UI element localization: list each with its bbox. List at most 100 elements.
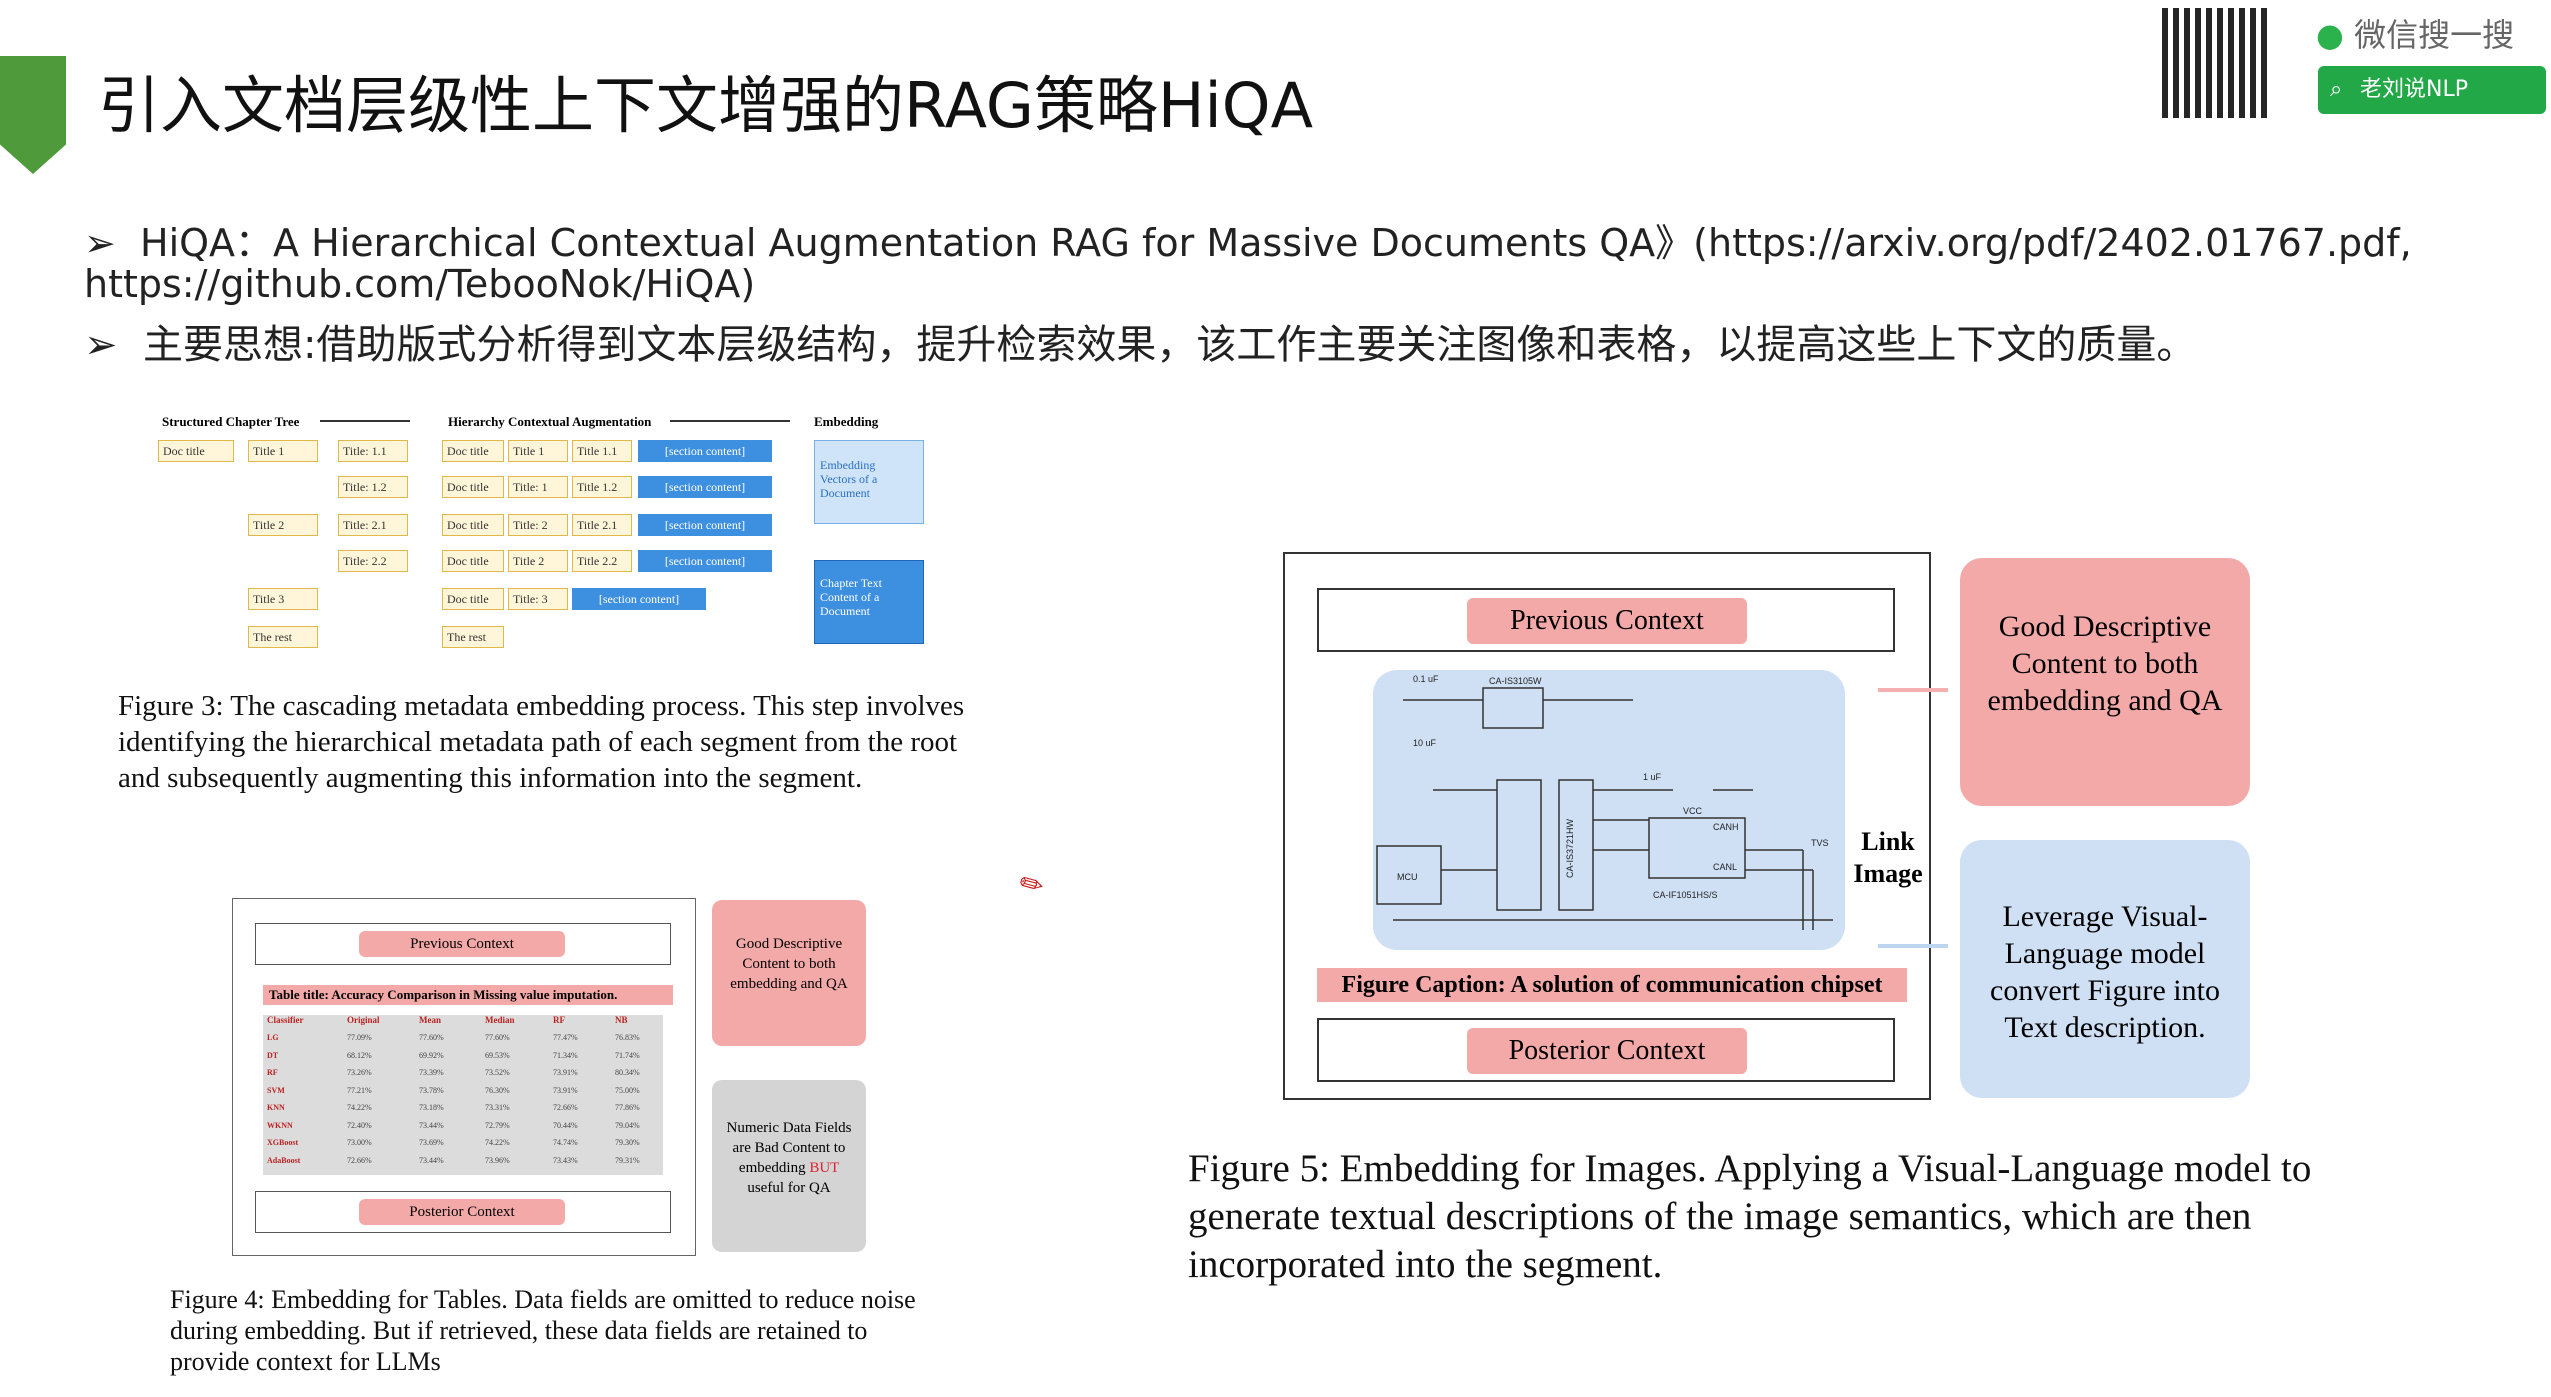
fig4-table-cell: 74.22% [485,1138,510,1147]
fig3-header-augment: Hierarchy Contextual Augmentation [448,414,652,429]
fig4-table-header: Classifier Original Mean Median RF NB [263,1015,663,1031]
fig4-table-row: RF 73.26% 73.39% 73.52% 73.91% 80.34% [263,1068,663,1084]
fig3-header-embedding: Embedding [814,414,879,429]
fig4-table-row: AdaBoost 72.66% 73.44% 73.96% 73.43% 79.31% [263,1156,663,1172]
fig4-table-cell: 79.30% [615,1138,640,1147]
bullet-main-idea-text: 主要思想:借助版式分析得到文本层级结构，提升检索效果，该工作主要关注图像和表格，… [142,322,2197,368]
fig4-col: Original [347,1015,380,1025]
wechat-text: 微信搜一搜 [2354,16,2515,54]
qr-code-icon [2162,8,2272,118]
aug-cell: Title 2.2 [572,550,632,572]
slide-title: 引入文档层级性上下文增强的RAG策略HiQA [98,69,1313,142]
fig4-table-cell: 73.44% [419,1155,444,1165]
search-icon: ⌕ [2330,77,2343,102]
fig4-table-cell: 73.69% [419,1138,444,1147]
figure-4-caption: Figure 4: Embedding for Tables. Data fie… [170,1285,916,1376]
fig4-numeric-b: useful for QA [747,1180,831,1196]
fig4-table-cell: 76.83% [615,1033,640,1042]
fig4-table-cell: 73.96% [485,1155,510,1165]
fig4-col: NB [615,1015,628,1025]
tree-node: Title: 2.2 [338,550,408,572]
fig4-table-cell: 71.34% [553,1050,578,1060]
circuit-cap-label: 0.1 uF [1413,674,1439,684]
aug-cell: Title: 3 [508,588,568,610]
fig4-table-cell: 73.26% [347,1068,372,1077]
bullet-paper: ➢ HiQA：A Hierarchical Contextual Augment… [84,212,2412,267]
fig4-table-cell: 72.40% [347,1120,372,1130]
fig5-figure-caption: Figure Caption: A solution of communicat… [1317,968,1907,1002]
aug-cell: Doc title [442,550,504,572]
fig4-table-cell: 77.86% [615,1103,640,1112]
circuit-pin-label: CANL [1713,862,1737,872]
fig3-arrow [320,420,410,422]
fig3-arrow [670,420,790,422]
fig4-table-cell: 73.00% [347,1138,372,1147]
fig4-table-cell: 73.39% [419,1068,444,1077]
fig4-table-cell: LG [267,1033,279,1042]
fig4-table-cell: 79.04% [615,1120,640,1130]
fig5-circuit-image: CA-IS3105W CA-IS3721HW CA-IF1051HS/S MCU… [1373,670,1845,950]
figure-5-caption: Figure 5: Embedding for Images. Applying… [1188,1147,2312,1286]
fig4-table-cell: 73.91% [553,1085,578,1095]
tree-node: Doc title [158,440,234,462]
tree-node: Title 1 [248,440,318,462]
fig4-table-cell: 73.78% [419,1085,444,1095]
fig4-good-text: Good Descriptive Content to both embeddi… [730,936,848,992]
aug-section-cell: [section content] [638,476,772,498]
circuit-cap-label: 1 uF [1643,772,1662,782]
fig4-table-cell: 74.22% [347,1103,372,1112]
fig4-table-cell: 71.74% [615,1050,640,1060]
fig4-table-row: LG 77.09% 77.60% 77.60% 77.47% 76.83% [263,1033,663,1049]
fig4-numeric-text: Numeric Data Fields are Bad Content to e… [720,1118,858,1198]
circuit-chip-label: CA-IS3105W [1489,676,1542,686]
fig4-col: RF [553,1015,565,1025]
aug-cell: Doc title [442,588,504,610]
fig4-table-cell: 73.44% [419,1120,444,1130]
fig4-table-cell: 74.74% [553,1138,578,1147]
fig4-table-cell: SVM [267,1085,285,1095]
fig4-table-cell: 76.30% [485,1085,510,1095]
tree-node: Title: 1.1 [338,440,408,462]
fig4-table-cell: XGBoost [267,1138,299,1147]
fig4-prev-pill: Previous Context [359,931,565,957]
fig4-table-cell: RF [267,1068,278,1077]
aug-cell: Doc title [442,440,504,462]
fig4-table-cell: DT [267,1050,279,1060]
fig4-table-cell: 75.00% [615,1085,640,1095]
aug-cell: Title: 1 [508,476,568,498]
aug-cell: Doc title [442,476,504,498]
fig4-table-cell: AdaBoost [267,1155,301,1165]
tree-node: Title 3 [248,588,318,610]
fig4-table-cell: 77.21% [347,1085,372,1095]
search-badge[interactable]: ⌕ 老刘说NLP [2318,66,2546,114]
fig5-link-image-label: Link Image [1853,827,1923,888]
circuit-mcu-label: MCU [1397,872,1418,882]
wechat-icon: ● [2316,16,2344,54]
fig4-table-cell: 72.79% [485,1120,510,1130]
aug-section-cell: [section content] [638,440,772,462]
fig4-table: Classifier Original Mean Median RF NB LG… [263,1015,663,1175]
tree-node: Title 2 [248,514,318,536]
circuit-cap-label: 10 uF [1413,738,1437,748]
embedding-stack-1-label: Embedding Vectors of a Document [820,458,878,500]
circuit-chip-label: CA-IF1051HS/S [1653,890,1718,900]
fig4-table-cell: 79.31% [615,1155,640,1165]
fig4-col: Median [485,1015,515,1025]
figure-4-panel: Previous Context Table title: Accuracy C… [232,898,696,1256]
circuit-pin-label: VCC [1683,806,1703,816]
aug-cell: Title 2.1 [572,514,632,536]
bullet-paper-link[interactable]: https://github.com/TebooNok/HiQA) [84,262,755,306]
fig5-post-pill: Posterior Context [1467,1028,1747,1074]
tree-node: The rest [248,626,318,648]
bullet-paper-text: HiQA：A Hierarchical Contextual Augmentat… [140,221,2412,265]
bullet-symbol: ➢ [84,221,116,265]
search-badge-label: 老刘说NLP [2360,77,2468,102]
fig5-arrow-leverage [1878,944,1948,948]
figure-3-caption: Figure 3: The cascading metadata embeddi… [118,690,965,794]
fig4-table-cell: 80.34% [615,1068,640,1077]
fig4-table-cell: KNN [267,1103,285,1112]
fig4-table-row: SVM 77.21% 73.78% 76.30% 73.91% 75.00% [263,1086,663,1102]
fig4-table-cell: 69.53% [485,1050,510,1060]
aug-cell: Title 1.1 [572,440,632,462]
fig5-arrow-good [1878,688,1948,692]
